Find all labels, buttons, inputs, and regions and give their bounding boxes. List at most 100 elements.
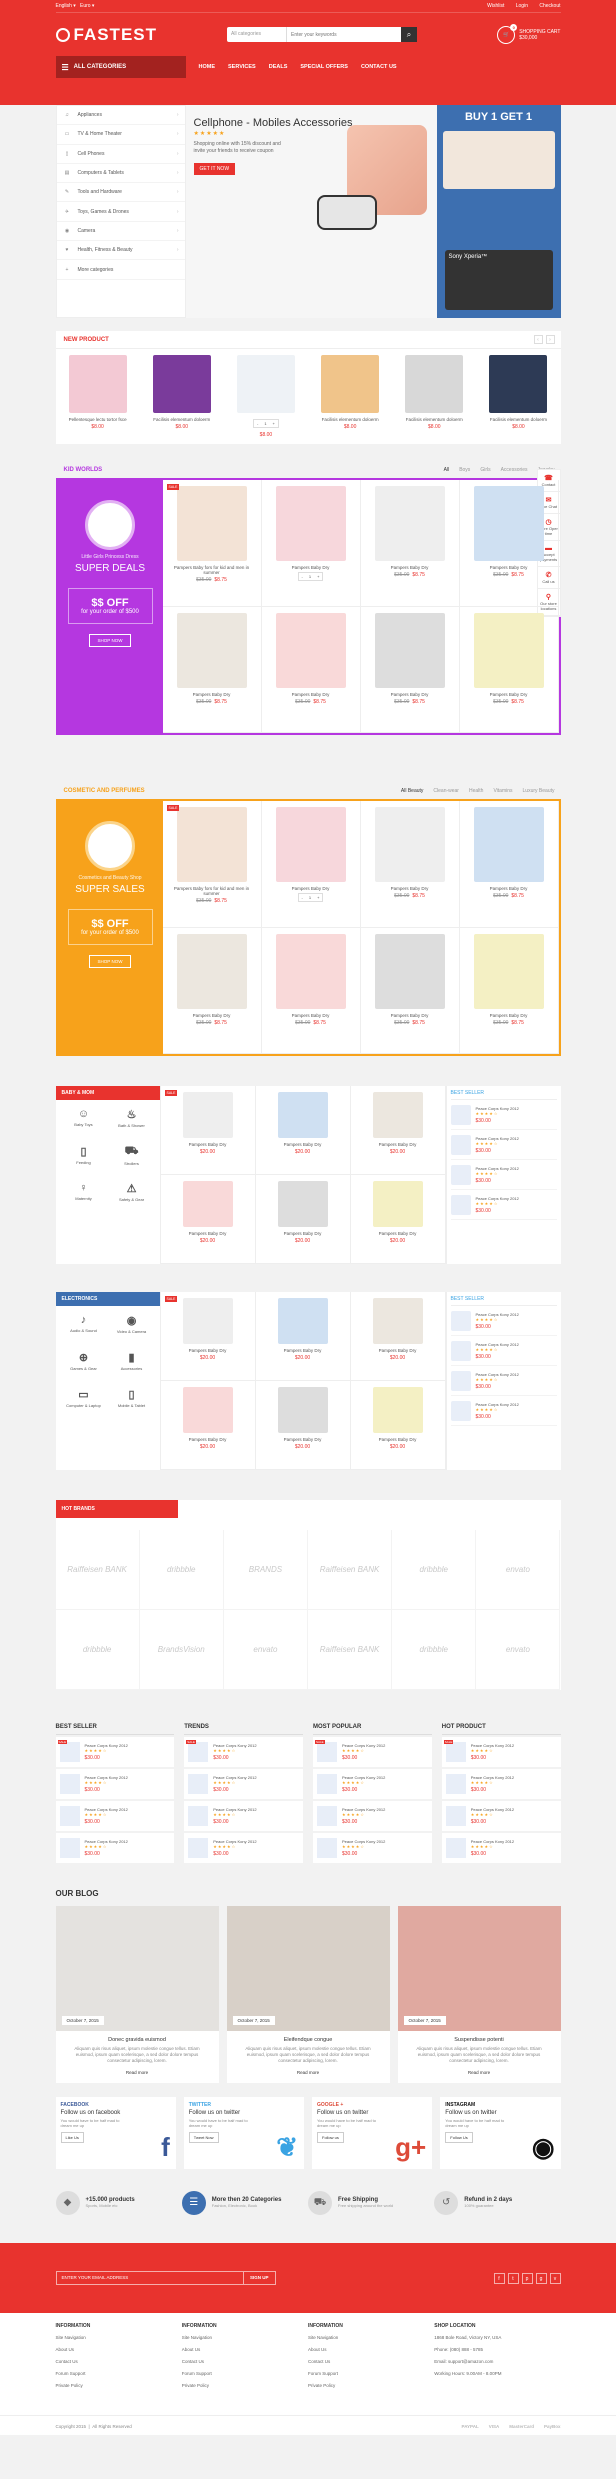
follow-button[interactable]: Like Us xyxy=(60,2132,84,2143)
list-item[interactable]: Peace Corps Kony 2012 ★★★★☆ $30.00 xyxy=(55,1833,175,1863)
twitter-icon[interactable]: t xyxy=(507,2272,519,2284)
product-card[interactable]: -1 + $8.00 xyxy=(224,355,308,438)
next-arrow-icon[interactable]: › xyxy=(545,335,555,344)
sidebar-item[interactable]: ▭ TV & Home Theater › xyxy=(56,125,185,145)
brand-logo[interactable]: envato xyxy=(223,1610,308,1690)
list-item[interactable]: Peace Corps Kony 2012 ★★★★☆ $30.00 xyxy=(313,1833,432,1863)
product-card[interactable]: Facilisis elementum doloerm $8.00 xyxy=(308,355,392,438)
footer-link[interactable]: About Us xyxy=(308,2347,434,2352)
list-item[interactable]: Peace Corps Kony 2012 ★★★★☆ $30.00 xyxy=(184,1801,303,1831)
product-card[interactable]: SALE Pampers Baby Dry $20.00 xyxy=(160,1292,256,1381)
product-card[interactable]: Pampers Baby Dry $35.00 $8.75 xyxy=(459,927,559,1054)
footer-link[interactable]: Contact Us xyxy=(182,2359,308,2364)
nav-home[interactable]: HOME xyxy=(199,64,216,70)
brand-logo[interactable]: dribbble xyxy=(55,1610,140,1690)
google-icon[interactable]: g xyxy=(535,2272,547,2284)
cat-safety[interactable]: ⚠ Safety & Gear xyxy=(108,1178,156,1215)
brand-logo[interactable]: envato xyxy=(476,1530,561,1610)
footer-link[interactable]: Private Policy xyxy=(56,2383,182,2388)
blog-post[interactable]: October 7, 2015 Eleifendque congue Aliquam… xyxy=(226,1906,390,2083)
tab-girls[interactable]: Girls xyxy=(480,467,490,473)
product-card[interactable]: Pampers Baby Dry $20.00 xyxy=(255,1086,351,1175)
search-category-select[interactable]: All categories xyxy=(227,27,288,42)
footer-link[interactable]: About Us xyxy=(182,2347,308,2352)
tab-health[interactable]: Health xyxy=(469,788,483,794)
footer-link[interactable]: Forum Support xyxy=(308,2371,434,2376)
best-seller-item[interactable]: Peace Corps Kony 2012 ★★★★☆ $30.00 xyxy=(450,1336,557,1366)
footer-link[interactable]: Site Navigation xyxy=(182,2335,308,2340)
search-input[interactable] xyxy=(287,27,402,42)
footer-link[interactable]: Private Policy xyxy=(182,2383,308,2388)
footer-link[interactable]: Contact Us xyxy=(308,2359,434,2364)
tab-vitamins[interactable]: Vitamins xyxy=(493,788,512,794)
product-card[interactable]: Pampers Baby Dry -1 + xyxy=(261,801,361,928)
super-deals-banner[interactable]: Little Girls Princess Dress SUPER DEALS … xyxy=(57,480,163,733)
footer-link[interactable]: Site Navigation xyxy=(56,2335,182,2340)
best-seller-item[interactable]: Peace Corps Kony 2012 ★★★★☆ $30.00 xyxy=(450,1396,557,1426)
list-item[interactable]: Peace Corps Kony 2012 ★★★★☆ $30.00 xyxy=(55,1801,175,1831)
nav-contact-us[interactable]: CONTACT US xyxy=(361,64,397,70)
product-card[interactable]: Pampers Baby Dry $20.00 xyxy=(160,1175,256,1264)
cat-feeding[interactable]: ▯ Feeding xyxy=(60,1141,108,1178)
list-item[interactable]: Peace Corps Kony 2012 ★★★★☆ $30.00 xyxy=(313,1769,432,1799)
footer-link[interactable]: About Us xyxy=(56,2347,182,2352)
sidebar-item[interactable]: ✈ Toys, Games & Drones › xyxy=(56,202,185,222)
follow-button[interactable]: Tweet Now xyxy=(188,2132,219,2143)
brand-logo[interactable]: envato xyxy=(476,1610,561,1690)
site-logo[interactable]: FASTEST xyxy=(55,25,158,45)
list-item[interactable]: SALE Peace Corps Kony 2012 ★★★★☆ $30.00 xyxy=(55,1737,175,1767)
search-button[interactable]: ⌕ xyxy=(401,27,418,42)
all-categories-button[interactable]: ☰ ALL CATEGORIES xyxy=(55,56,186,78)
list-item[interactable]: Peace Corps Kony 2012 ★★★★☆ $30.00 xyxy=(184,1833,303,1863)
hero-banner[interactable]: Cellphone - Mobiles Accessories ★★★★★ Sh… xyxy=(185,105,437,318)
follow-button[interactable]: Follow us xyxy=(317,2132,344,2143)
product-card[interactable]: Pampers Baby Dry $35.00 $8.75 xyxy=(360,606,460,733)
promo-banner[interactable]: BUY 1 GET 1 Sony Xperia™ xyxy=(436,105,561,318)
product-card[interactable]: Pampers Baby Dry $35.00 $8.75 xyxy=(360,480,460,607)
product-card[interactable]: Pampers Baby Dry $35.00 $8.75 xyxy=(459,606,559,733)
product-card[interactable]: Pampers Baby Dry $20.00 xyxy=(255,1381,351,1470)
nav-services[interactable]: SERVICES xyxy=(228,64,256,70)
product-card[interactable]: Pampers Baby Dry $20.00 xyxy=(255,1175,351,1264)
nav-special-offers[interactable]: SPECIAL OFFERS xyxy=(300,64,348,70)
cat-accessories[interactable]: ▮ Accessories xyxy=(108,1347,156,1384)
brand-logo[interactable]: dribbble xyxy=(139,1530,224,1610)
footer-link[interactable]: Contact Us xyxy=(56,2359,182,2364)
blog-post[interactable]: October 7, 2015 Donec gravida euismod Aliq… xyxy=(55,1906,219,2083)
banner-button[interactable]: GET IT NOW xyxy=(193,163,236,175)
list-item[interactable]: SALE Peace Corps Kony 2012 ★★★★☆ $30.00 xyxy=(313,1737,432,1767)
best-seller-item[interactable]: Peace Corps Kony 2012 ★★★★☆ $30.00 xyxy=(450,1100,557,1130)
footer-link[interactable]: Forum Support xyxy=(182,2371,308,2376)
best-seller-item[interactable]: Peace Corps Kony 2012 ★★★★☆ $30.00 xyxy=(450,1160,557,1190)
best-seller-item[interactable]: Peace Corps Kony 2012 ★★★★☆ $30.00 xyxy=(450,1366,557,1396)
quantity-stepper[interactable]: -1 + xyxy=(297,572,324,581)
shop-now-button[interactable]: SHOP NOW xyxy=(88,634,132,647)
login-link[interactable]: Login xyxy=(516,3,528,9)
product-card[interactable]: Pampers Baby Dry -1 + xyxy=(261,480,361,607)
product-card[interactable]: Pampers Baby Dry $20.00 xyxy=(350,1086,446,1175)
list-item[interactable]: Peace Corps Kony 2012 ★★★★☆ $30.00 xyxy=(441,1801,561,1831)
tab-luxury-beauty[interactable]: Luxury Beauty xyxy=(523,788,555,794)
product-card[interactable]: SALE Pampers Baby fors for kid and men in… xyxy=(162,801,262,928)
product-card[interactable]: Pampers Baby Dry $35.00 $8.75 xyxy=(162,927,262,1054)
super-sales-banner[interactable]: Cosmetics and Beauty Shop SUPER SALES $$… xyxy=(57,801,163,1054)
quantity-stepper[interactable]: -1 + xyxy=(252,419,279,428)
tab-all-beauty[interactable]: All Beauty xyxy=(401,788,424,794)
sidebar-item[interactable]: ✎ Tools and Hardware › xyxy=(56,183,185,203)
tab-boys[interactable]: Boys xyxy=(459,467,470,473)
product-card[interactable]: SALE Pampers Baby fors for kid and men in… xyxy=(162,480,262,607)
sidebar-item[interactable]: + More categories xyxy=(56,260,185,280)
brand-logo[interactable]: dribbble xyxy=(392,1530,477,1610)
list-item[interactable]: Peace Corps Kony 2012 ★★★★☆ $30.00 xyxy=(441,1833,561,1863)
cat-strollers[interactable]: ⛟ Strollers xyxy=(108,1141,156,1178)
read-more-link[interactable]: Read more xyxy=(398,2070,561,2075)
sidebar-item[interactable]: ▯ Cell Phones › xyxy=(56,145,185,164)
best-seller-item[interactable]: Peace Corps Kony 2012 ★★★★☆ $30.00 xyxy=(450,1130,557,1160)
footer-link[interactable]: Site Navigation xyxy=(308,2335,434,2340)
product-card[interactable]: Pampers Baby Dry $35.00 $8.75 xyxy=(261,927,361,1054)
follow-button[interactable]: Follow Us xyxy=(445,2132,473,2143)
sidebar-item[interactable]: ▤ Computers & Tablets › xyxy=(56,164,185,184)
best-seller-item[interactable]: Peace Corps Kony 2012 ★★★★☆ $30.00 xyxy=(450,1306,557,1336)
product-card[interactable]: Pampers Baby Dry $35.00 $8.75 xyxy=(360,801,460,928)
checkout-link[interactable]: Checkout xyxy=(539,3,560,9)
